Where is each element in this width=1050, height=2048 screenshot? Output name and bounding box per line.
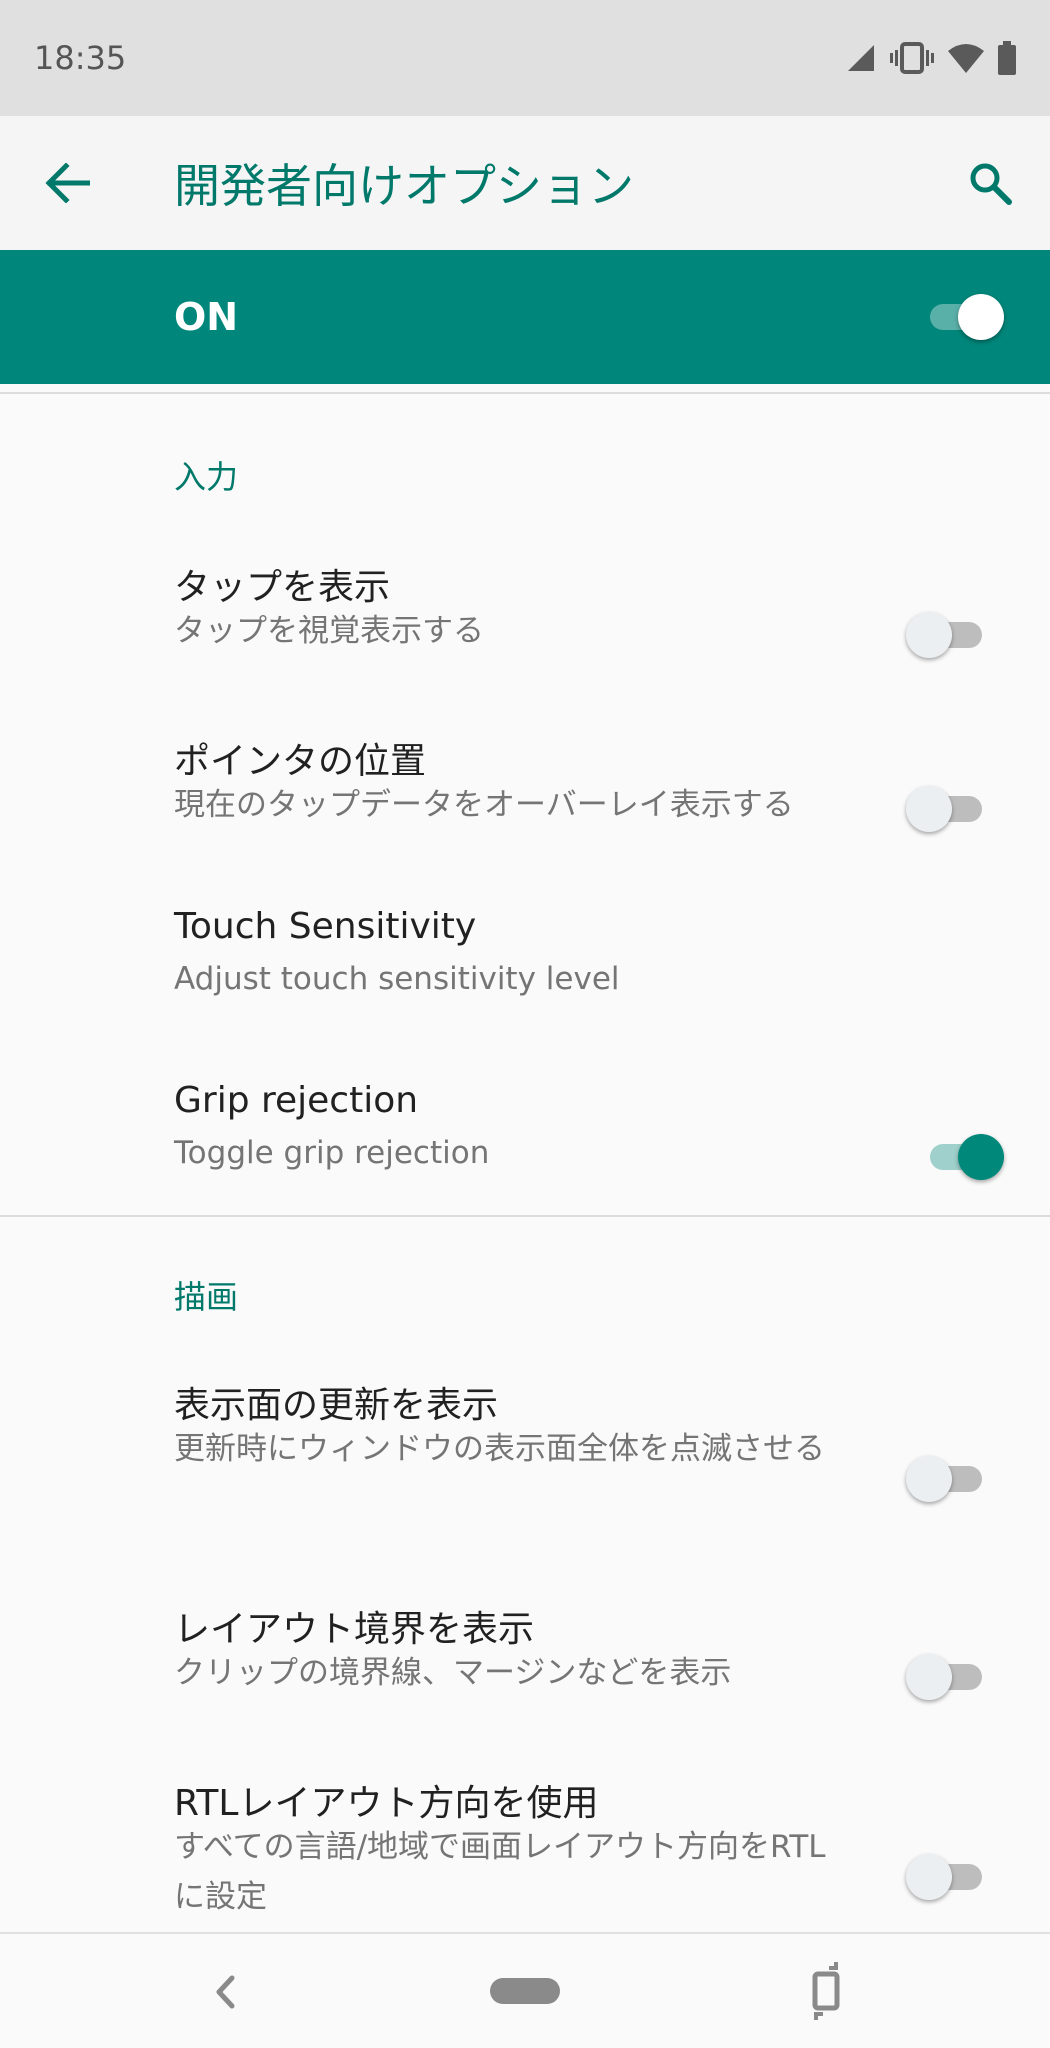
master-switch-label: ON <box>174 295 239 339</box>
pref-show-surface-updates[interactable]: 表示面の更新を表示 更新時にウィンドウの表示面全体を点滅させる <box>0 1348 1050 1564</box>
pref-summary: すべての言語/地域で画面レイアウト方向をRTLに設定 <box>174 1829 826 1915</box>
nav-back-button[interactable] <box>200 1962 250 2022</box>
switch-thumb <box>958 294 1004 340</box>
nav-home-button[interactable] <box>490 1978 560 2004</box>
screen: 18:35 開発者向けオプション ON 入力 タップを表示 タップを視覚表示する… <box>0 0 1050 2048</box>
master-switch-bar[interactable]: ON <box>0 250 1050 384</box>
pref-summary: クリップの境界線、マージンなどを表示 <box>174 1655 732 1691</box>
pref-grip-rejection[interactable]: Grip rejection Toggle grip rejection <box>0 1052 1050 1212</box>
pref-touch-sensitivity[interactable]: Touch Sensitivity Adjust touch sensitivi… <box>0 878 1050 1052</box>
pointer-location-toggle[interactable] <box>906 778 986 838</box>
switch-thumb <box>906 786 952 832</box>
pref-force-rtl-layout[interactable]: RTLレイアウト方向を使用 すべての言語/地域で画面レイアウト方向をRTLに設定 <box>0 1746 1050 1932</box>
battery-icon <box>998 41 1016 75</box>
show-taps-toggle[interactable] <box>906 604 986 664</box>
switch-thumb <box>906 1456 952 1502</box>
show-layout-bounds-toggle[interactable] <box>906 1646 986 1706</box>
section-header-drawing: 描画 <box>174 1278 239 1316</box>
rotate-screen-button[interactable] <box>796 1960 856 2020</box>
pref-show-layout-bounds[interactable]: レイアウト境界を表示 クリップの境界線、マージンなどを表示 <box>0 1572 1050 1746</box>
pref-title: Grip rejection <box>174 1080 419 1121</box>
divider <box>0 392 1050 394</box>
app-bar: 開発者向けオプション <box>0 116 1050 250</box>
pref-title: 表示面の更新を表示 <box>174 1385 499 1426</box>
navigation-bar <box>0 1932 1050 2048</box>
switch-thumb <box>906 612 952 658</box>
pref-summary: Toggle grip rejection <box>174 1135 490 1171</box>
arrow-back-icon <box>45 163 90 203</box>
section-header-input: 入力 <box>174 458 239 496</box>
status-icons <box>846 41 1016 75</box>
status-time: 18:35 <box>34 39 127 77</box>
pref-pointer-location[interactable]: ポインタの位置 現在のタップデータをオーバーレイ表示する <box>0 704 1050 878</box>
pref-title: タップを表示 <box>174 567 391 608</box>
divider <box>0 1215 1050 1217</box>
back-button[interactable] <box>0 116 140 250</box>
switch-thumb <box>906 1854 952 1900</box>
page-title: 開発者向けオプション <box>174 159 634 213</box>
master-switch-toggle[interactable] <box>924 286 1004 346</box>
pref-title: Touch Sensitivity <box>174 906 477 947</box>
rotate-icon <box>812 1962 840 2020</box>
status-bar: 18:35 <box>0 0 1050 116</box>
signal-icon <box>846 43 876 73</box>
pref-summary: Adjust touch sensitivity level <box>174 961 620 997</box>
vibrate-icon <box>890 41 934 75</box>
switch-thumb <box>906 1654 952 1700</box>
search-icon <box>970 163 1012 205</box>
pref-summary: 更新時にウィンドウの表示面全体を点滅させる <box>174 1431 825 1467</box>
force-rtl-layout-toggle[interactable] <box>906 1846 986 1906</box>
grip-rejection-toggle[interactable] <box>924 1126 1004 1186</box>
pref-title: ポインタの位置 <box>174 741 427 782</box>
pref-title: RTLレイアウト方向を使用 <box>174 1783 599 1824</box>
wifi-icon <box>948 43 984 73</box>
switch-thumb <box>958 1134 1004 1180</box>
pref-title: レイアウト境界を表示 <box>174 1609 535 1650</box>
pref-summary: タップを視覚表示する <box>174 613 484 649</box>
chevron-left-icon <box>216 1975 235 2009</box>
pref-show-taps[interactable]: タップを表示 タップを視覚表示する <box>0 530 1050 704</box>
search-button[interactable] <box>930 116 1050 250</box>
pref-summary: 現在のタップデータをオーバーレイ表示する <box>174 787 794 823</box>
show-surface-updates-toggle[interactable] <box>906 1448 986 1508</box>
